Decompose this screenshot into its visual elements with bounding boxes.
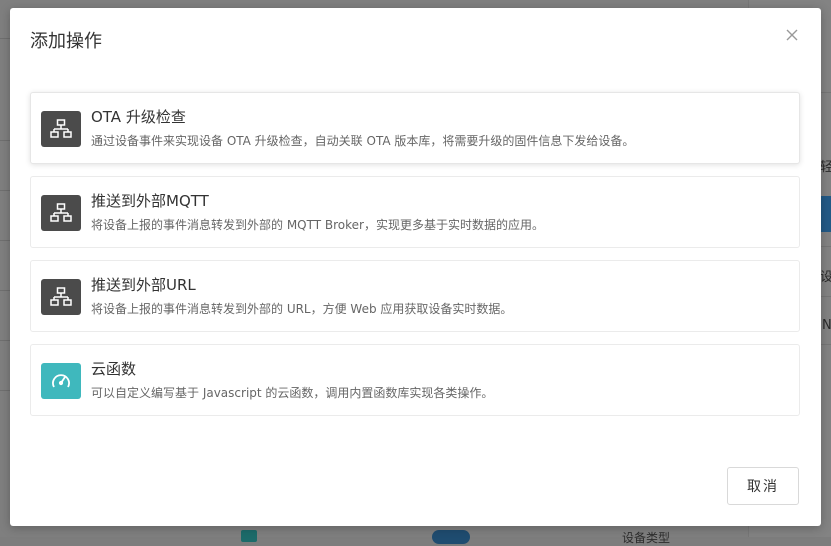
background-text-fragment: N — [822, 318, 831, 333]
background-divider — [0, 38, 10, 39]
option-title: OTA 升级检查 — [91, 108, 186, 126]
option-push-external-mqtt[interactable]: 推送到外部MQTT 将设备上报的事件消息转发到外部的 MQTT Broker，实… — [30, 176, 800, 248]
cancel-button[interactable]: 取消 — [727, 467, 799, 505]
modal-title: 添加操作 — [30, 31, 102, 52]
background-text-fragment: 轻 — [820, 160, 831, 175]
option-cloud-function[interactable]: 云函数 可以自定义编写基于 Javascript 的云函数，调用内置函数库实现各… — [30, 344, 800, 416]
gauge-icon — [41, 363, 81, 399]
background-divider — [0, 190, 10, 191]
option-title: 推送到外部URL — [91, 276, 196, 294]
background-divider — [0, 140, 10, 141]
background-toggle — [432, 530, 470, 544]
background-chip — [241, 530, 257, 542]
option-title: 推送到外部MQTT — [91, 192, 209, 210]
background-text-fragment: 设 — [820, 270, 831, 285]
close-icon[interactable] — [783, 26, 801, 44]
network-icon — [41, 195, 81, 231]
add-action-modal: 添加操作 OTA 升级检查 通过设备事件来实现设备 OTA 升级检查，自动关联 … — [10, 8, 821, 526]
option-description: 通过设备事件来实现设备 OTA 升级检查，自动关联 OTA 版本库，将需要升级的… — [91, 134, 635, 148]
option-push-external-url[interactable]: 推送到外部URL 将设备上报的事件消息转发到外部的 URL，方便 Web 应用获… — [30, 260, 800, 332]
network-icon — [41, 111, 81, 147]
background-divider — [0, 240, 10, 241]
option-ota-upgrade-check[interactable]: OTA 升级检查 通过设备事件来实现设备 OTA 升级检查，自动关联 OTA 版… — [30, 92, 800, 164]
background-divider — [0, 340, 10, 341]
background-text: 设备类型 — [622, 531, 671, 545]
background-divider — [0, 390, 10, 391]
option-description: 将设备上报的事件消息转发到外部的 MQTT Broker，实现更多基于实时数据的… — [91, 218, 544, 232]
option-title: 云函数 — [91, 360, 137, 378]
background-divider — [0, 290, 10, 291]
network-icon — [41, 279, 81, 315]
option-description: 将设备上报的事件消息转发到外部的 URL，方便 Web 应用获取设备实时数据。 — [91, 302, 513, 316]
option-description: 可以自定义编写基于 Javascript 的云函数，调用内置函数库实现各类操作。 — [91, 386, 494, 400]
